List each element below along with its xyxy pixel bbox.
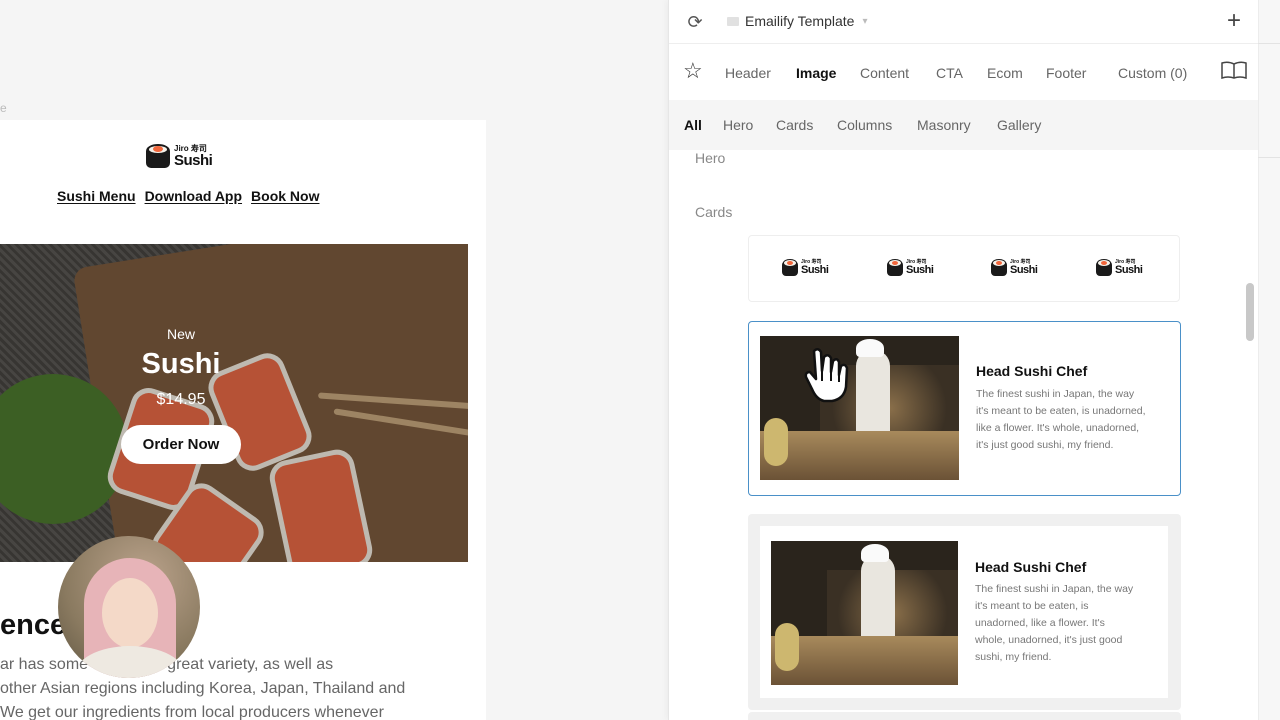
subtab-columns[interactable]: Columns bbox=[837, 117, 892, 133]
card-desc-line: it's just good sushi, my friend. bbox=[976, 439, 1114, 451]
tab-custom[interactable]: Custom (0) bbox=[1118, 65, 1187, 81]
card-desc-line: it's meant to be eaten, is unadorned, bbox=[976, 405, 1146, 417]
body-line: We get our ingredients from local produc… bbox=[0, 704, 384, 720]
card-inner: Head Sushi Chef The finest sushi in Japa… bbox=[760, 526, 1168, 698]
card-desc-line: it's meant to be eaten, is bbox=[975, 600, 1089, 612]
mini-logo-big: Sushi bbox=[1115, 263, 1143, 276]
subtab-gallery[interactable]: Gallery bbox=[997, 117, 1041, 133]
nav-link-sushi-menu[interactable]: Sushi Menu bbox=[57, 188, 136, 204]
logo-row-template[interactable]: Jiro 寿司 Sushi Jiro 寿司 Sushi Jiro 寿司 Sushi J… bbox=[748, 235, 1180, 302]
card-desc-line: unadorned, like a flower. It's bbox=[975, 617, 1105, 629]
flag-icon bbox=[727, 16, 739, 26]
chef-photo bbox=[760, 336, 959, 480]
subtab-hero[interactable]: Hero bbox=[723, 117, 753, 133]
sushi-roll-icon bbox=[1096, 259, 1112, 276]
mini-logo-big: Sushi bbox=[906, 263, 934, 276]
panel-topbar: ⟳ Emailify Template ▾ + bbox=[669, 0, 1259, 44]
order-now-button[interactable]: Order Now bbox=[120, 425, 242, 464]
template-panel: ⟳ Emailify Template ▾ + ☆ Header Image C… bbox=[668, 0, 1259, 720]
sushi-roll-icon bbox=[887, 259, 903, 276]
refresh-icon[interactable]: ⟳ bbox=[685, 12, 705, 32]
mini-logo: Jiro 寿司 Sushi bbox=[782, 259, 829, 276]
tab-cta[interactable]: CTA bbox=[936, 65, 963, 81]
card-desc-line: The finest sushi in Japan, the way bbox=[976, 388, 1135, 400]
body-line: other Asian regions including Korea, Jap… bbox=[0, 680, 406, 697]
subtab-masonry[interactable]: Masonry bbox=[917, 117, 971, 133]
mini-logo: Jiro 寿司 Sushi bbox=[887, 259, 934, 276]
email-logo: Jiro 寿司 Sushi bbox=[146, 144, 213, 169]
logo-big-text: Sushi bbox=[174, 151, 213, 169]
hero-title: Sushi bbox=[141, 348, 221, 380]
tab-header[interactable]: Header bbox=[725, 65, 771, 81]
hand-cursor-icon bbox=[804, 348, 849, 403]
subtab-all[interactable]: All bbox=[684, 117, 702, 133]
right-edge bbox=[1258, 0, 1280, 720]
card-description: The finest sushi in Japan, the way it's … bbox=[975, 581, 1133, 666]
section-label-cards: Cards bbox=[695, 204, 733, 220]
email-nav: Sushi Menu Download App Book Now bbox=[57, 188, 319, 204]
hero-image[interactable]: New Sushi $14.95 Order Now bbox=[0, 244, 468, 562]
book-icon[interactable] bbox=[1221, 60, 1247, 80]
hero-overlay: New Sushi $14.95 Order Now bbox=[0, 326, 374, 464]
presenter-avatar bbox=[58, 536, 200, 678]
nav-link-book-now[interactable]: Book Now bbox=[251, 188, 319, 204]
plus-icon[interactable]: + bbox=[1227, 8, 1241, 34]
tab-image[interactable]: Image bbox=[796, 65, 836, 81]
subcategory-tabs: All Hero Cards Columns Masonry Gallery bbox=[669, 100, 1259, 150]
card-title: Head Sushi Chef bbox=[975, 559, 1087, 575]
hero-kicker: New bbox=[166, 326, 195, 342]
template-selector[interactable]: Emailify Template ▾ bbox=[727, 13, 867, 29]
card-template[interactable]: Head Sushi Chef The finest sushi in Japa… bbox=[748, 514, 1181, 710]
card-desc-line: like a flower. It's whole, unadorned, bbox=[976, 422, 1140, 434]
section-label-hero: Hero bbox=[695, 150, 726, 166]
sushi-roll-icon bbox=[782, 259, 798, 276]
section-body: ar has some sushi with great variety, as… bbox=[0, 653, 470, 720]
tab-content[interactable]: Content bbox=[860, 65, 909, 81]
panel-scrollbar[interactable] bbox=[1246, 283, 1254, 341]
mini-logo-big: Sushi bbox=[801, 263, 829, 276]
divider bbox=[1258, 157, 1280, 158]
chevron-down-icon: ▾ bbox=[862, 15, 868, 27]
canvas-tag: e bbox=[0, 101, 7, 115]
mini-logo-big: Sushi bbox=[1010, 263, 1038, 276]
body-line: ar has some sushi with great variety, as… bbox=[0, 656, 334, 673]
sushi-roll-icon bbox=[991, 259, 1007, 276]
sushi-roll-icon bbox=[146, 144, 170, 168]
card-description: The finest sushi in Japan, the way it's … bbox=[976, 386, 1146, 454]
chef-photo bbox=[771, 541, 958, 685]
star-icon[interactable]: ☆ bbox=[683, 59, 703, 83]
tab-footer[interactable]: Footer bbox=[1046, 65, 1086, 81]
subtab-cards[interactable]: Cards bbox=[776, 117, 813, 133]
card-title: Head Sushi Chef bbox=[976, 363, 1088, 379]
category-tabs: ☆ Header Image Content CTA Ecom Footer C… bbox=[669, 44, 1259, 100]
card-desc-line: sushi, my friend. bbox=[975, 651, 1052, 663]
email-canvas: e Jiro 寿司 Sushi Sushi Menu Download App … bbox=[0, 0, 668, 720]
card-desc-line: whole, unadorned, it's just good bbox=[975, 634, 1123, 646]
hero-price: $14.95 bbox=[156, 391, 206, 408]
tab-ecom[interactable]: Ecom bbox=[987, 65, 1023, 81]
card-template[interactable] bbox=[748, 712, 1181, 720]
nav-link-download-app[interactable]: Download App bbox=[145, 188, 242, 204]
divider bbox=[1258, 43, 1280, 44]
template-name: Emailify Template bbox=[745, 13, 855, 29]
mini-logo: Jiro 寿司 Sushi bbox=[991, 259, 1038, 276]
card-desc-line: The finest sushi in Japan, the way bbox=[975, 583, 1134, 595]
mini-logo: Jiro 寿司 Sushi bbox=[1096, 259, 1143, 276]
